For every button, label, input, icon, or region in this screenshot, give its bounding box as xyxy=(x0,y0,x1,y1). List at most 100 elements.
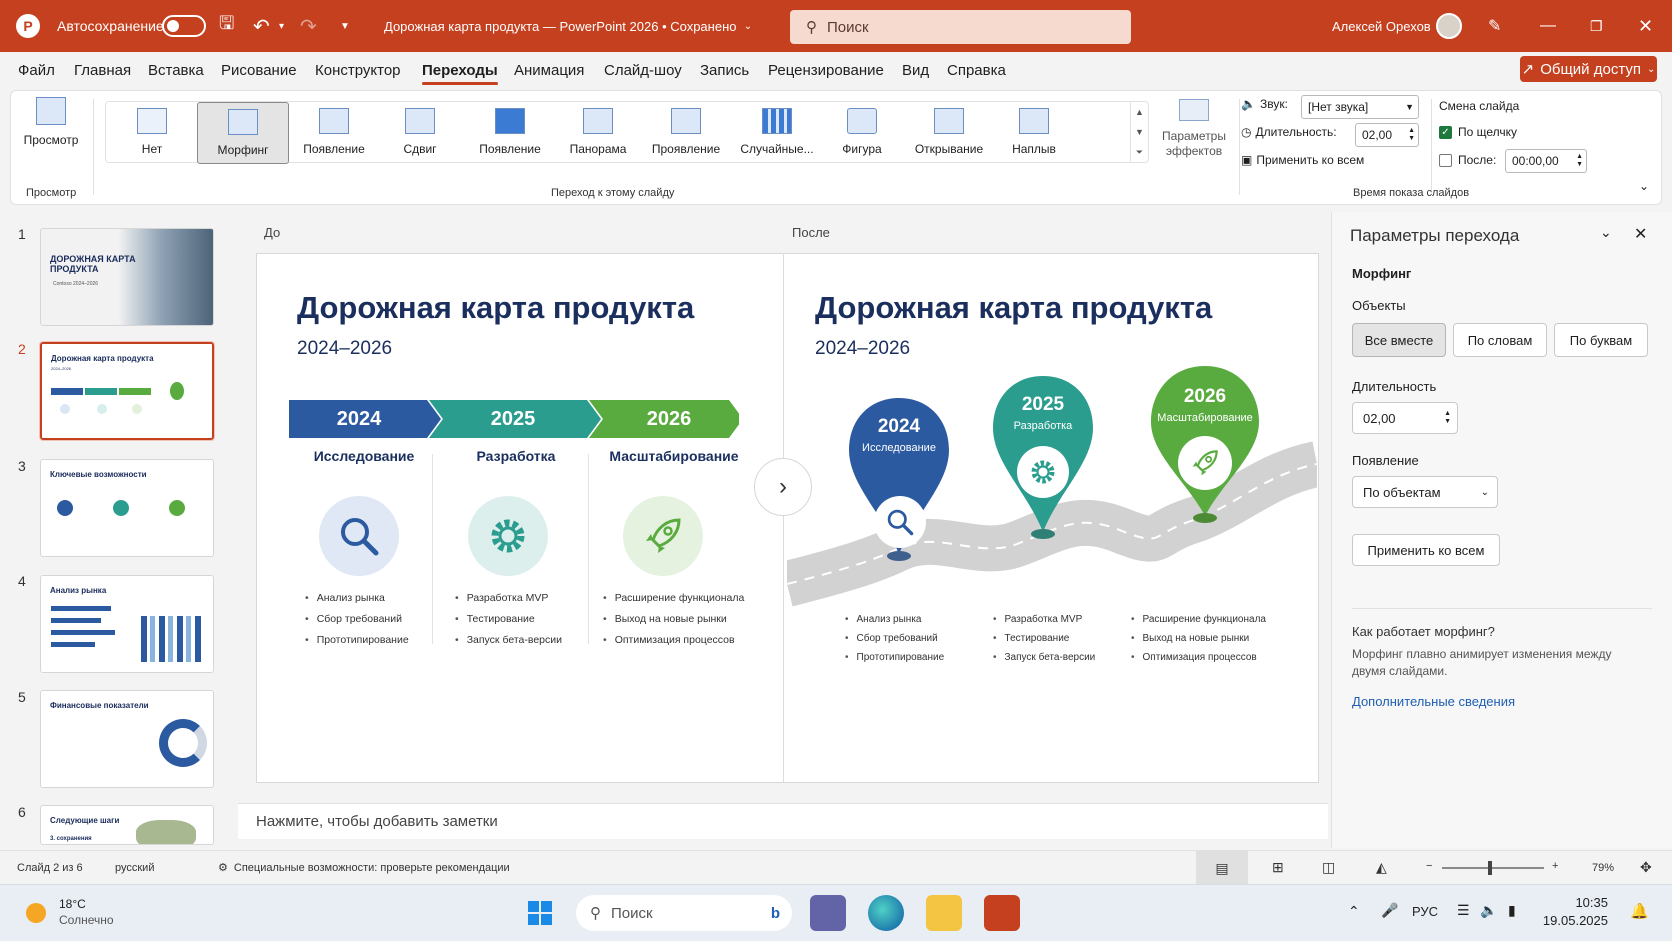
clock-time[interactable]: 10:35 xyxy=(1544,895,1608,910)
microphone-icon[interactable]: 🎤 xyxy=(1381,902,1398,919)
wifi-icon[interactable]: ☰ xyxy=(1457,902,1470,919)
tab-design[interactable]: Конструктор xyxy=(315,62,401,79)
taskbar-search[interactable]: ⚲ Поиск b xyxy=(576,895,792,931)
slide-thumbnail-1[interactable]: ДОРОЖНАЯ КАРТА ПРОДУКТА Contoso 2024–202… xyxy=(40,228,214,326)
transition-fade[interactable]: Появление xyxy=(288,102,380,164)
save-icon[interactable]: 🖫 xyxy=(219,0,234,52)
effect-options-button[interactable]: Параметры эффектов xyxy=(1161,99,1227,159)
tab-slideshow[interactable]: Слайд-шоу xyxy=(604,62,682,79)
transition-morph[interactable]: Морфинг xyxy=(197,102,289,164)
tab-file[interactable]: Файл xyxy=(18,62,55,79)
close-icon[interactable]: ✕ xyxy=(1634,224,1647,244)
sorter-view-icon[interactable]: ⊞ xyxy=(1272,859,1284,876)
clock-date[interactable]: 19.05.2025 xyxy=(1518,913,1608,928)
undo-icon[interactable]: ↶ xyxy=(253,0,270,52)
edge-icon[interactable] xyxy=(868,895,904,931)
zoom-out-icon[interactable]: − xyxy=(1426,860,1432,872)
transition-wipe[interactable]: Появление xyxy=(464,102,556,164)
on-click-checkbox[interactable]: ✓ По щелчку xyxy=(1439,125,1517,139)
explorer-icon[interactable] xyxy=(926,895,962,931)
sound-select[interactable]: [Нет звука] ▼ xyxy=(1301,95,1419,119)
pin-year-2026: 2026 xyxy=(1183,386,1227,407)
accessibility-status[interactable]: ⚙ Специальные возможности: проверьте реко… xyxy=(218,861,510,875)
gallery-scroll[interactable]: ▲ ▼ ⏷ xyxy=(1130,102,1148,162)
slide-thumbnail-5[interactable]: Финансовые показатели xyxy=(40,690,214,788)
search-input[interactable]: ⚲ Поиск xyxy=(790,10,1131,44)
tab-help[interactable]: Справка xyxy=(947,62,1006,79)
language-indicator[interactable]: русский xyxy=(115,862,154,874)
objects-together-button[interactable]: Все вместе xyxy=(1352,323,1446,357)
zoom-slider-thumb[interactable] xyxy=(1488,861,1492,875)
fit-slide-icon[interactable]: ✥ xyxy=(1640,859,1652,876)
notes-input[interactable]: Нажмите, чтобы добавить заметки xyxy=(238,803,1328,839)
teams-icon[interactable] xyxy=(810,895,846,931)
duration-label: ◷ Длительность: xyxy=(1241,125,1337,139)
restore-icon[interactable]: ❐ xyxy=(1590,0,1603,52)
appearance-select[interactable]: По объектам ⌄ xyxy=(1352,476,1498,508)
bullets-scale: Расширение функционалаВыход на новые рын… xyxy=(603,588,745,651)
tab-insert[interactable]: Вставка xyxy=(148,62,204,79)
preview-button[interactable]: Просмотр xyxy=(23,97,79,147)
user-name[interactable]: Алексей Орехов xyxy=(1332,0,1431,52)
zoom-level[interactable]: 79% xyxy=(1592,862,1614,874)
windows-start-icon[interactable] xyxy=(522,895,558,931)
slide-canvas[interactable]: Дорожная карта продукта 2024–2026 2024 2… xyxy=(256,253,1319,783)
transition-none[interactable]: Нет xyxy=(106,102,198,164)
weather-temp[interactable]: 18°C xyxy=(59,897,86,911)
transition-cover[interactable]: Наплыв xyxy=(988,102,1080,164)
volume-icon[interactable]: 🔈 xyxy=(1480,902,1497,919)
after-label: После xyxy=(792,225,830,240)
tab-record[interactable]: Запись xyxy=(700,62,749,79)
battery-icon[interactable]: ▮ xyxy=(1508,902,1516,919)
tab-review[interactable]: Рецензирование xyxy=(768,62,884,79)
transition-uncover[interactable]: Открывание xyxy=(903,102,995,164)
after-input[interactable]: 00:00,00 ▲ ▼ xyxy=(1505,149,1587,173)
zoom-in-icon[interactable]: + xyxy=(1552,860,1558,872)
share-button[interactable]: ↗ Общий доступ ⌄ xyxy=(1520,56,1657,82)
minimize-icon[interactable]: — xyxy=(1540,0,1556,52)
transition-random-bars[interactable]: Случайные... xyxy=(731,102,823,164)
document-title[interactable]: Дорожная карта продукта — PowerPoint 202… xyxy=(384,0,752,52)
apply-all-button[interactable]: ▣ Применить ко всем xyxy=(1241,153,1364,167)
powerpoint-taskbar-icon[interactable] xyxy=(984,895,1020,931)
customize-qat-icon[interactable]: ▼ xyxy=(340,0,350,52)
slide-thumbnail-2[interactable]: Дорожная карта продукта 2024–2026 xyxy=(39,341,215,441)
help-link[interactable]: Дополнительные сведения xyxy=(1352,694,1515,709)
tab-draw[interactable]: Рисование xyxy=(221,62,297,79)
tab-transitions[interactable]: Переходы xyxy=(422,62,498,85)
chevron-up-icon[interactable]: ⌃ xyxy=(1348,903,1360,920)
slide-thumbnail-3[interactable]: Ключевые возможности xyxy=(40,459,214,557)
undo-dropdown-icon[interactable]: ▾ xyxy=(279,0,284,52)
transition-pan[interactable]: Панорама xyxy=(552,102,644,164)
zoom-slider[interactable] xyxy=(1442,867,1544,869)
redo-icon[interactable]: ↷ xyxy=(300,0,317,52)
close-icon[interactable]: ✕ xyxy=(1638,0,1653,52)
input-language[interactable]: РУС xyxy=(1412,904,1438,919)
after-checkbox[interactable]: После: xyxy=(1439,153,1496,167)
slide-thumbnail-6[interactable]: Следующие шаги 3. сохранения xyxy=(40,805,214,845)
pen-icon[interactable]: ✎ xyxy=(1488,0,1501,52)
slideshow-view-icon[interactable]: ◭ xyxy=(1376,859,1387,876)
tab-view[interactable]: Вид xyxy=(902,62,929,79)
tab-home[interactable]: Главная xyxy=(74,62,131,79)
objects-by-word-button[interactable]: По словам xyxy=(1453,323,1547,357)
avatar[interactable] xyxy=(1436,0,1462,52)
tab-animations[interactable]: Анимация xyxy=(514,62,584,79)
slide-thumbnail-4[interactable]: Анализ рынка xyxy=(40,575,214,673)
duration-input[interactable]: 02,00 ▲ ▼ xyxy=(1352,402,1458,434)
apply-all-button[interactable]: Применить ко всем xyxy=(1352,534,1500,566)
transition-push[interactable]: Сдвиг xyxy=(374,102,466,164)
collapse-ribbon-icon[interactable]: ⌄ xyxy=(1639,179,1649,193)
chevron-down-icon[interactable]: ⌄ xyxy=(1600,224,1612,241)
status-bar: Слайд 2 из 6 русский ⚙ Специальные возмож… xyxy=(0,850,1672,885)
transition-shape[interactable]: Фигура xyxy=(816,102,908,164)
thumb-title: Финансовые показатели xyxy=(50,701,149,710)
notes-view-icon[interactable]: ▤ xyxy=(1196,851,1248,885)
transition-reveal[interactable]: Проявление xyxy=(640,102,732,164)
autosave-toggle[interactable] xyxy=(162,0,206,52)
duration-input[interactable]: 02,00 ▲ ▼ xyxy=(1355,123,1419,147)
notification-bell-icon[interactable]: 🔔 xyxy=(1630,902,1649,920)
weather-desc[interactable]: Солнечно xyxy=(59,913,114,927)
objects-by-letter-button[interactable]: По буквам xyxy=(1554,323,1648,357)
reading-view-icon[interactable]: ◫ xyxy=(1322,859,1335,876)
